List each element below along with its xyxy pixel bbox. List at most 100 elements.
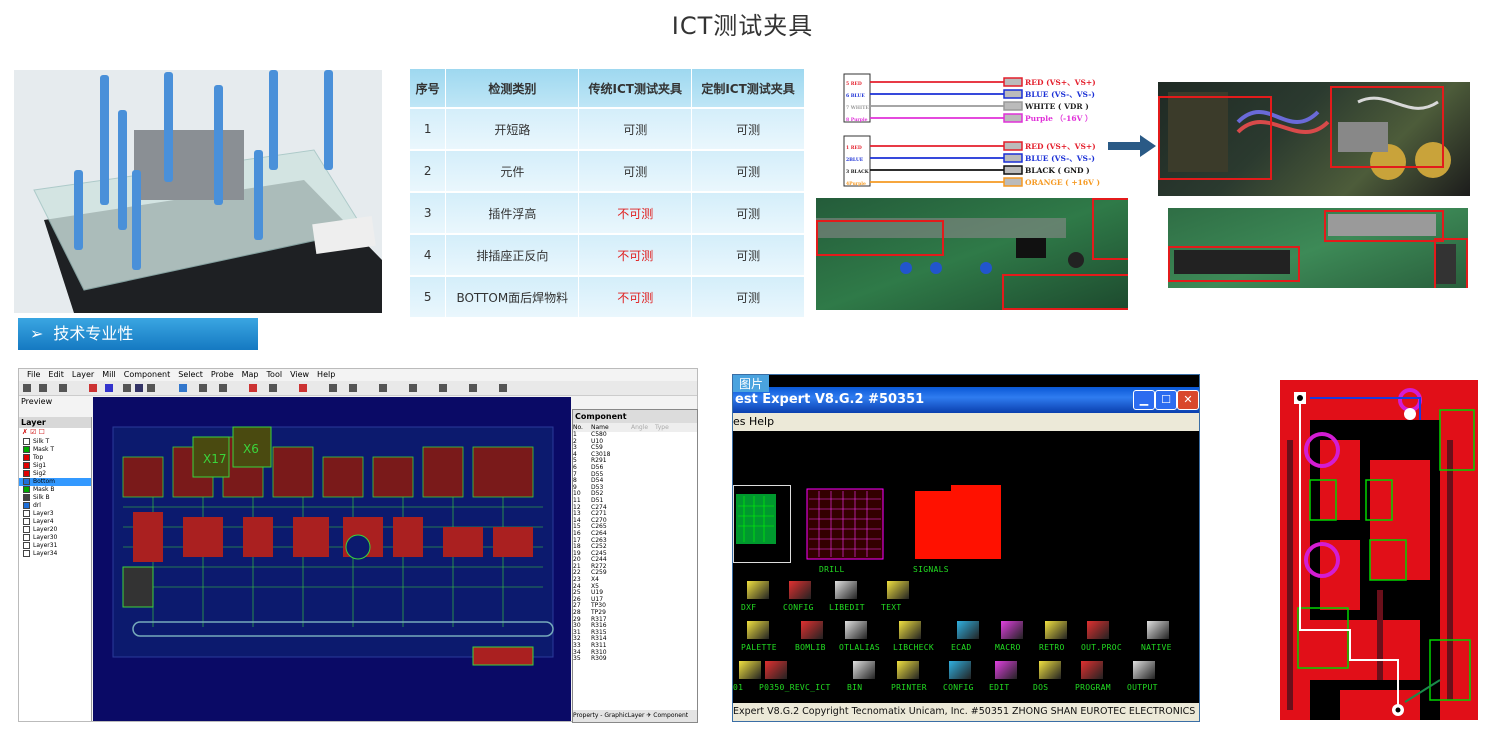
menu-edit[interactable]: Edit (48, 370, 64, 379)
tool-label[interactable]: DXF (741, 603, 756, 612)
cam-toolbar[interactable] (19, 381, 697, 396)
header-category: 检测类别 (446, 69, 580, 107)
layer-item[interactable]: Layer20 (19, 526, 91, 534)
tool-label[interactable]: BOMLIB (795, 643, 826, 652)
layer-item[interactable]: Layer4 (19, 518, 91, 526)
wire-terminal (1003, 77, 1023, 87)
menu-select[interactable]: Select (178, 370, 203, 379)
tool-label[interactable]: OUT.PROC (1081, 643, 1122, 652)
menu-component[interactable]: Component (124, 370, 170, 379)
menu-tool[interactable]: Tool (267, 370, 283, 379)
tool-label[interactable]: MACRO (995, 643, 1021, 652)
tool-icon[interactable] (957, 621, 979, 639)
menu-map[interactable]: Map (242, 370, 259, 379)
layer-item[interactable]: Sig2 (19, 470, 91, 478)
cell-no: 1 (410, 109, 447, 149)
close-button[interactable]: ✕ (1177, 390, 1199, 410)
tool-icon[interactable] (1001, 621, 1023, 639)
tool-label[interactable]: OUTPUT (1127, 683, 1158, 692)
table-row[interactable]: 35 R309 (573, 656, 697, 663)
menu-layer[interactable]: Layer (72, 370, 94, 379)
layer-tools[interactable]: ✗ ☑ ☐ (19, 428, 91, 438)
tool-icon[interactable] (1133, 661, 1155, 679)
tool-icon[interactable] (747, 581, 769, 599)
tool-label[interactable]: EDIT (989, 683, 1009, 692)
tool-label[interactable]: LIBEDIT (829, 603, 865, 612)
menu-help[interactable]: Help (317, 370, 335, 379)
minimize-button[interactable]: ▁ (1133, 390, 1155, 410)
cell-category: 元件 (446, 151, 580, 191)
pcb-layout-canvas[interactable]: X17 X6 (93, 397, 571, 721)
tool-label[interactable]: PRINTER (891, 683, 927, 692)
column-type[interactable]: Type (655, 423, 679, 432)
tool-label[interactable]: CONFIG (783, 603, 814, 612)
tool-icon[interactable] (739, 661, 761, 679)
tool-icon[interactable] (1147, 621, 1169, 639)
tool-label[interactable]: TEXT (881, 603, 901, 612)
table-row: 4 排插座正反向 不可测 可测 (410, 235, 805, 275)
layer-item[interactable]: Layer3 (19, 510, 91, 518)
tool-label[interactable]: BIN (847, 683, 862, 692)
layer-item[interactable]: Mask T (19, 446, 91, 454)
signals-preview[interactable] (911, 485, 1007, 563)
tool-icon[interactable] (835, 581, 857, 599)
tool-label[interactable]: P0350_REVC_ICT (759, 683, 831, 692)
wire-left-label: 2BLUE (846, 157, 864, 163)
tool-icon[interactable] (1081, 661, 1103, 679)
tool-icon[interactable] (765, 661, 787, 679)
tool-icon[interactable] (853, 661, 875, 679)
menu-file[interactable]: File (27, 370, 40, 379)
tool-label[interactable]: RETRO (1039, 643, 1065, 652)
drill-preview[interactable] (805, 487, 885, 561)
highlight-box (1168, 246, 1300, 282)
layer-name: Bottom (33, 478, 56, 485)
menu-mill[interactable]: Mill (102, 370, 116, 379)
menu-view[interactable]: View (290, 370, 309, 379)
component-list[interactable]: 1 C580 2 U10 3 C59 4 C3018 5 R291 6 D56 7 D55 8 D54 9 D53… (573, 431, 697, 663)
tool-label[interactable]: CONFIG (943, 683, 974, 692)
layer-item[interactable]: Top (19, 454, 91, 462)
menu-probe[interactable]: Probe (211, 370, 234, 379)
tool-label[interactable]: 01 (733, 683, 743, 692)
tool-icon[interactable] (1045, 621, 1067, 639)
tool-label[interactable]: PALETTE (741, 643, 777, 652)
wire-left-label: 6 BLUE (846, 93, 865, 99)
column-angle[interactable]: Angle (631, 423, 655, 432)
tool-label[interactable]: NATIVE (1141, 643, 1172, 652)
tool-icon[interactable] (899, 621, 921, 639)
layer-item[interactable]: Sig1 (19, 462, 91, 470)
tool-icon[interactable] (845, 621, 867, 639)
layer-item[interactable]: Layer31 (19, 542, 91, 550)
tool-icon[interactable] (747, 621, 769, 639)
tool-label[interactable]: OTLALIAS (839, 643, 880, 652)
wire-left-label: 7 WHITE (846, 105, 869, 111)
tool-label[interactable]: LIBCHECK (893, 643, 934, 652)
tool-icon[interactable] (887, 581, 909, 599)
layer-item[interactable]: Bottom (19, 478, 91, 486)
tool-icon[interactable] (789, 581, 811, 599)
tool-label[interactable]: ECAD (951, 643, 971, 652)
tool-icon[interactable] (1039, 661, 1061, 679)
cell-traditional: 不可测 (579, 235, 693, 275)
window-titlebar[interactable]: est Expert V8.G.2 #50351 ▁ ☐ ✕ (733, 387, 1199, 413)
layer-item[interactable]: Silk B (19, 494, 91, 502)
tool-label[interactable]: DOS (1033, 683, 1048, 692)
tool-icon[interactable] (801, 621, 823, 639)
tool-icon[interactable] (897, 661, 919, 679)
svg-text:X17: X17 (203, 452, 227, 466)
tool-icon[interactable] (949, 661, 971, 679)
layer-item[interactable]: drl (19, 502, 91, 510)
layer-item[interactable]: Layer34 (19, 550, 91, 558)
layer-name: Silk B (33, 494, 50, 501)
preview-current[interactable] (733, 485, 791, 563)
layer-name: Top (33, 454, 44, 461)
tool-icon[interactable] (1087, 621, 1109, 639)
tool-icon[interactable] (995, 661, 1017, 679)
layer-item[interactable]: Layer30 (19, 534, 91, 542)
layer-item[interactable]: Silk T (19, 438, 91, 446)
maximize-button[interactable]: ☐ (1155, 390, 1177, 410)
layer-item[interactable]: Mask B (19, 486, 91, 494)
menu-help[interactable]: es Help (733, 415, 774, 428)
component-panel-tabs[interactable]: Property - GraphicLayer ✈ Component (573, 710, 697, 722)
tool-label[interactable]: PROGRAM (1075, 683, 1111, 692)
